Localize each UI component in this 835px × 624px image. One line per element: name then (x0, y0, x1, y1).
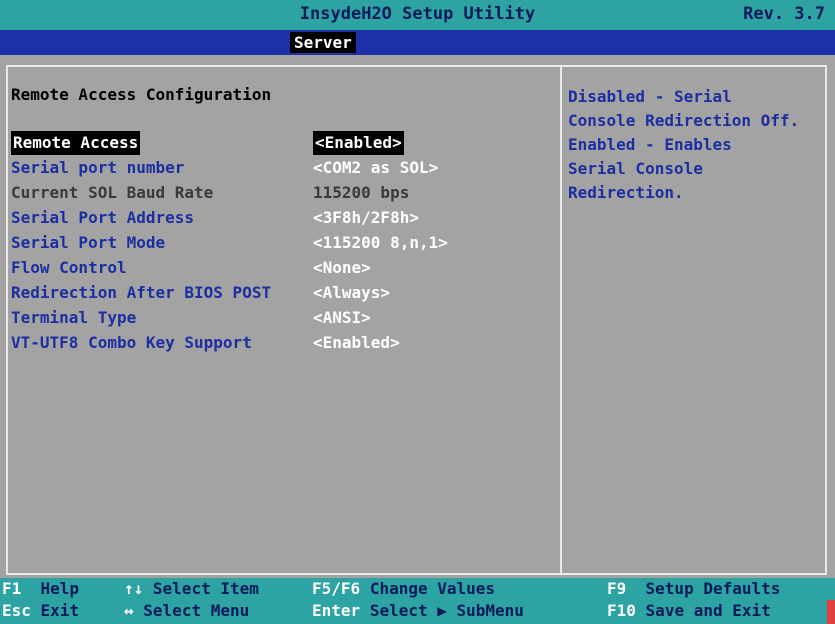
setting-value[interactable]: <COM2 as SOL> (313, 156, 438, 180)
key-name: F10 (607, 601, 636, 620)
setting-label: VT-UTF8 Combo Key Support (11, 333, 252, 352)
setting-label: Serial Port Address (11, 208, 195, 227)
panel-divider (560, 67, 562, 573)
key-desc: Exit (40, 601, 80, 620)
setting-value[interactable]: <None> (313, 256, 371, 280)
key-legend-footer: F1 Help ↑↓ Select Item F5/F6 Change Valu… (0, 578, 835, 624)
setting-label: Remote Access (11, 131, 141, 155)
setting-value[interactable]: <Enabled> (313, 131, 404, 155)
status-indicator (827, 600, 835, 624)
help-line: Enabled - Enables (568, 135, 732, 154)
setting-value[interactable]: <Enabled> (313, 331, 400, 355)
key-select-item[interactable]: ↑↓ Select Item (124, 579, 259, 598)
key-desc: Change Values (369, 579, 496, 598)
setting-value: 115200 bps (313, 183, 410, 202)
key-name: F9 (607, 579, 627, 598)
key-save-and-exit[interactable]: F10 Save and Exit (607, 601, 771, 620)
setting-value[interactable]: <Always> (313, 281, 390, 305)
key-desc: Save and Exit (645, 601, 771, 620)
setting-value[interactable]: <3F8h/2F8h> (313, 206, 419, 230)
key-name: Enter (312, 601, 361, 620)
revision-label: Rev. 3.7 (743, 4, 825, 24)
setting-value[interactable]: <115200 8,n,1> (313, 231, 448, 255)
setting-label: Current SOL Baud Rate (11, 183, 214, 202)
setting-value[interactable]: <ANSI> (313, 306, 371, 330)
key-desc: Help (40, 579, 80, 598)
help-line: Disabled - Serial (568, 87, 732, 106)
setting-label: Flow Control (11, 258, 127, 277)
main-panel: Remote Access Configuration Remote Acces… (0, 55, 835, 603)
key-change-values[interactable]: F5/F6 Change Values (312, 579, 495, 598)
key-name: ↑↓ (124, 579, 144, 598)
key-desc: Select ▶ SubMenu (369, 601, 524, 620)
key-name: F1 (2, 579, 22, 598)
key-setup-defaults[interactable]: F9 Setup Defaults (607, 579, 780, 598)
key-select-submenu[interactable]: Enter Select ▶ SubMenu (312, 601, 524, 620)
setting-label: Serial Port Mode (11, 233, 166, 252)
key-select-menu[interactable]: ↔ Select Menu (124, 601, 249, 620)
key-name: Esc (2, 601, 31, 620)
tab-server[interactable]: Server (290, 32, 356, 53)
content-frame: Remote Access Configuration Remote Acces… (6, 65, 827, 575)
key-name: F5/F6 (312, 579, 361, 598)
key-name: ↔ (124, 601, 134, 620)
setting-label: Terminal Type (11, 308, 137, 327)
key-help[interactable]: F1 Help (2, 579, 79, 598)
key-exit[interactable]: Esc Exit (2, 601, 79, 620)
help-line: Serial Console (568, 159, 703, 178)
title-bar: InsydeH2O Setup Utility Rev. 3.7 (0, 0, 835, 30)
key-desc: Select Menu (143, 601, 250, 620)
section-title: Remote Access Configuration (11, 85, 272, 104)
key-desc: Select Item (152, 579, 259, 598)
setting-label: Serial port number (11, 158, 185, 177)
key-desc: Setup Defaults (645, 579, 781, 598)
app-title: InsydeH2O Setup Utility (299, 4, 536, 24)
help-line: Redirection. (568, 183, 684, 202)
menu-bar: Server (0, 30, 835, 55)
help-line: Console Redirection Off. (568, 111, 800, 130)
setting-label: Redirection After BIOS POST (11, 283, 272, 302)
help-panel: Disabled - Serial Console Redirection Of… (568, 85, 826, 205)
